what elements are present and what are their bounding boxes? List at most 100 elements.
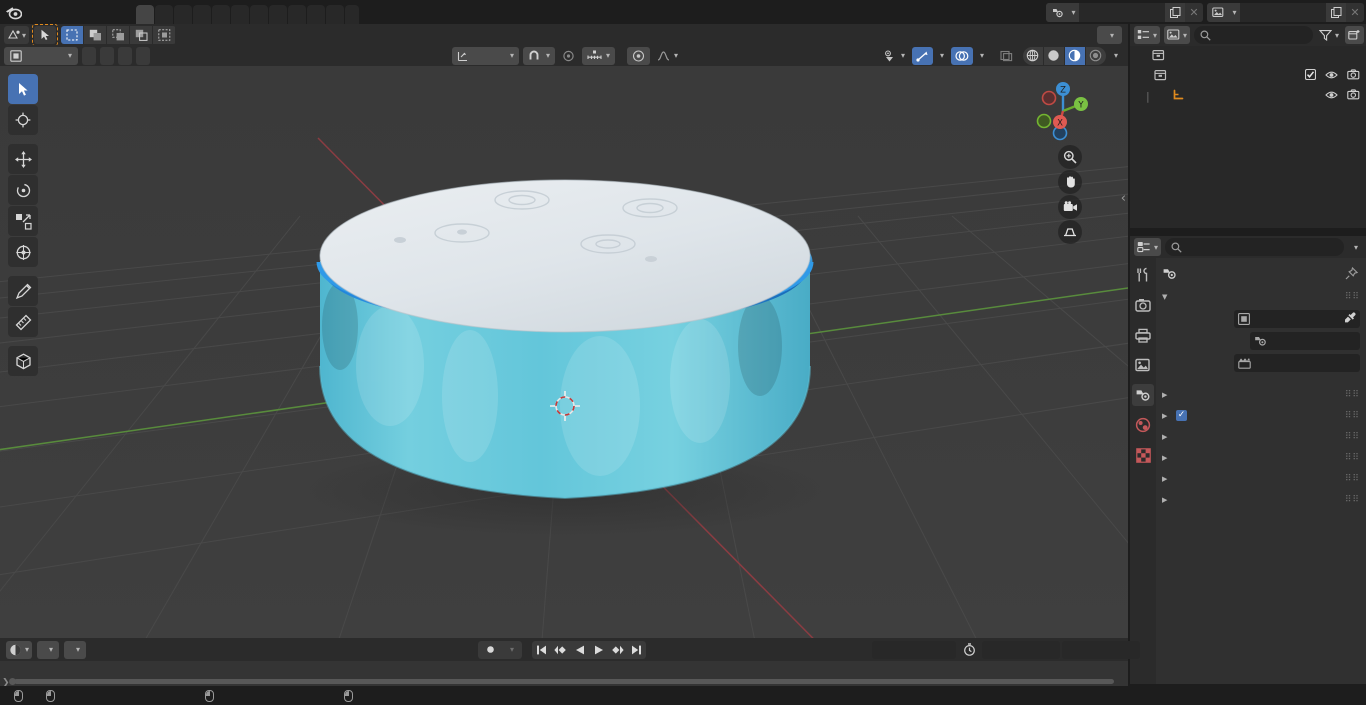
viewport-menu-add[interactable] [118, 46, 133, 65]
panel-grip[interactable]: ⠿⠿ [1345, 390, 1360, 400]
tweak-tool[interactable] [8, 74, 38, 104]
tab-animation[interactable] [250, 5, 268, 24]
menu-file[interactable] [26, 0, 44, 24]
tab-add-workspace[interactable] [345, 5, 359, 24]
panel-expand-triangle[interactable]: ▶ [1162, 454, 1170, 462]
panel-grip[interactable]: ⠿⠿ [1345, 495, 1360, 505]
proportional-edit-button[interactable] [559, 47, 578, 65]
timeline-menu-keying[interactable]: ▾ [64, 640, 87, 659]
transform-tool[interactable] [8, 237, 38, 267]
active-clip-field[interactable] [1234, 354, 1360, 372]
shading-options-dropdown[interactable]: ▾ [1110, 47, 1122, 65]
panel-units[interactable]: ▶ ⠿⠿ [1156, 384, 1366, 405]
properties-tab-tool[interactable] [1132, 264, 1154, 286]
current-frame-field[interactable] [872, 640, 956, 659]
unlink-scene-icon[interactable]: ✕ [1185, 2, 1203, 22]
panel-grip[interactable]: ⠿⠿ [1345, 432, 1360, 442]
solid-shading-button[interactable] [1043, 46, 1064, 65]
background-scene-field[interactable] [1250, 332, 1360, 350]
gravity-checkbox[interactable]: ✓ [1176, 410, 1187, 421]
auto-keying-dropdown[interactable]: ▾ [502, 640, 522, 659]
panel-rigid-body-world[interactable]: ▶ ⠿⠿ [1156, 468, 1366, 489]
zoom-icon[interactable] [1058, 145, 1082, 169]
tab-modeling[interactable] [155, 5, 173, 24]
timeline-menu-playback[interactable]: ▾ [37, 640, 60, 659]
start-frame-field[interactable] [982, 640, 1060, 659]
panel-audio[interactable]: ▶ ⠿⠿ [1156, 447, 1366, 468]
select-box-icon[interactable] [61, 26, 84, 44]
outliner-panel[interactable]: | [1130, 46, 1366, 228]
panel-grip[interactable]: ⠿⠿ [1345, 292, 1360, 302]
panel-grip[interactable]: ⠿⠿ [1345, 411, 1360, 421]
editor-type-selector[interactable]: ▾ [4, 26, 30, 44]
properties-tab-world[interactable] [1132, 414, 1154, 436]
tab-geometry-nodes[interactable] [307, 5, 325, 24]
tab-texture-paint[interactable] [212, 5, 230, 24]
rendered-shading-button[interactable] [1085, 46, 1106, 65]
options-button[interactable]: ▾ [1096, 26, 1122, 44]
panel-expand-triangle[interactable]: ▶ [1162, 391, 1170, 399]
xray-toggle-button[interactable] [996, 47, 1017, 65]
scene-panel-header[interactable]: ▼ ⠿⠿ [1156, 286, 1366, 308]
transform-orientation-selector[interactable]: ▾ [452, 46, 520, 65]
add-cube-tool[interactable] [8, 346, 38, 376]
panel-grip[interactable]: ⠿⠿ [1345, 474, 1360, 484]
navigation-gizmo[interactable]: Y Z X [1028, 73, 1098, 143]
properties-tab-output[interactable] [1132, 324, 1154, 346]
panel-expand-triangle[interactable]: ▶ [1162, 475, 1170, 483]
gizmo-toggle-button[interactable] [911, 46, 933, 65]
select-intersect-icon[interactable] [153, 26, 176, 44]
move-tool[interactable] [8, 144, 38, 174]
snap-target-selector[interactable]: ▾ [582, 46, 616, 65]
select-subtract-icon[interactable] [107, 26, 130, 44]
outliner-filter-button[interactable]: ▾ [1317, 26, 1341, 44]
tab-shading[interactable] [231, 5, 249, 24]
panel-gravity[interactable]: ▶ ✓ ⠿⠿ [1156, 405, 1366, 426]
tab-sculpting[interactable] [174, 5, 192, 24]
unlink-viewlayer-icon[interactable]: ✕ [1346, 2, 1364, 22]
end-frame-field[interactable] [1062, 640, 1140, 659]
properties-tab-scene[interactable] [1132, 384, 1154, 406]
tab-uv-editing[interactable] [193, 5, 211, 24]
outliner-row-collection[interactable] [1130, 66, 1366, 86]
tab-scripting[interactable] [326, 5, 344, 24]
object-types-visibility-button[interactable]: ▾ [879, 47, 909, 65]
timeline-menu-view[interactable] [91, 641, 105, 659]
stopwatch-icon[interactable] [958, 641, 980, 659]
jump-start-icon[interactable] [532, 640, 551, 659]
properties-tab-view-layer[interactable] [1132, 354, 1154, 376]
outliner-search-input[interactable] [1194, 26, 1313, 44]
menu-help[interactable] [98, 0, 116, 24]
eye-icon[interactable] [1325, 70, 1338, 83]
scrollbar-handle-left[interactable] [9, 678, 16, 685]
rotate-tool[interactable] [8, 175, 38, 205]
viewport-menu-select[interactable] [100, 46, 115, 65]
material-preview-shading-button[interactable] [1064, 46, 1085, 65]
proportional-falloff-selector[interactable] [627, 46, 651, 65]
blender-logo-icon[interactable] [0, 0, 26, 24]
tab-rendering[interactable] [269, 5, 287, 24]
eyedropper-icon[interactable] [1344, 312, 1356, 327]
select-invert-icon[interactable] [130, 26, 153, 44]
cursor-tool[interactable] [8, 105, 38, 135]
tab-layout[interactable] [136, 5, 154, 24]
panel-expand-triangle[interactable]: ▶ [1162, 496, 1170, 504]
timeline-ruler[interactable] [0, 661, 1128, 680]
scale-tool[interactable] [8, 206, 38, 236]
viewport-menu-object[interactable] [136, 46, 151, 65]
properties-editor-type-selector[interactable]: ▾ [1134, 238, 1162, 256]
timeline-editor-type-selector[interactable]: ▾ [6, 640, 33, 659]
next-keyframe-icon[interactable] [608, 640, 627, 659]
overlays-toggle-button[interactable] [950, 46, 973, 65]
camera-view-icon[interactable] [1058, 195, 1082, 219]
pin-icon[interactable] [1345, 266, 1359, 283]
menu-render[interactable] [62, 0, 80, 24]
camera-icon[interactable] [1347, 69, 1360, 83]
properties-tab-texture[interactable] [1132, 444, 1154, 466]
properties-search-input[interactable] [1165, 238, 1344, 256]
timeline-scrollbar[interactable] [14, 679, 1114, 684]
outliner-row-scene-collection[interactable] [1130, 46, 1366, 66]
select-extend-icon[interactable] [84, 26, 107, 44]
timeline-menu-marker[interactable] [110, 641, 124, 659]
camera-icon[interactable] [1347, 89, 1360, 103]
